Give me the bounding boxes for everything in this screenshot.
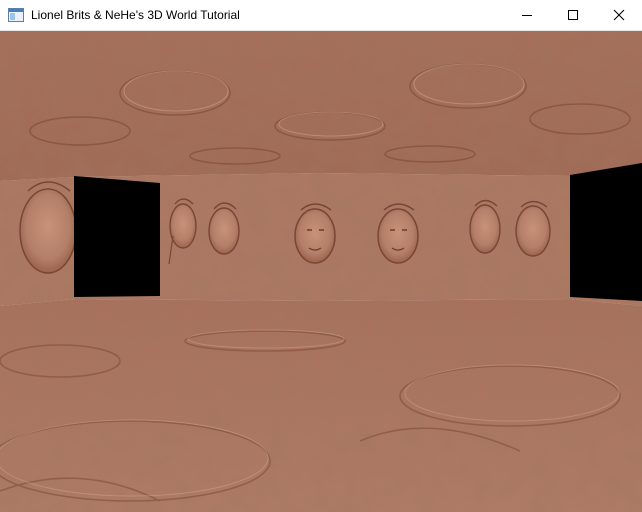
doorway-left [74,176,160,297]
3d-scene [0,31,642,512]
minimize-icon [522,15,532,16]
app-icon [8,8,24,22]
minimize-button[interactable] [504,0,550,30]
maximize-button[interactable] [550,0,596,30]
window-title: Lionel Brits & NeHe's 3D World Tutorial [31,8,240,22]
close-button[interactable] [596,0,642,30]
3d-viewport[interactable] [0,31,642,512]
close-icon [613,9,625,21]
title-bar[interactable]: Lionel Brits & NeHe's 3D World Tutorial [0,0,642,31]
app-window: Lionel Brits & NeHe's 3D World Tutorial [0,0,642,512]
maximize-icon [568,10,578,20]
doorway-right [570,163,642,301]
